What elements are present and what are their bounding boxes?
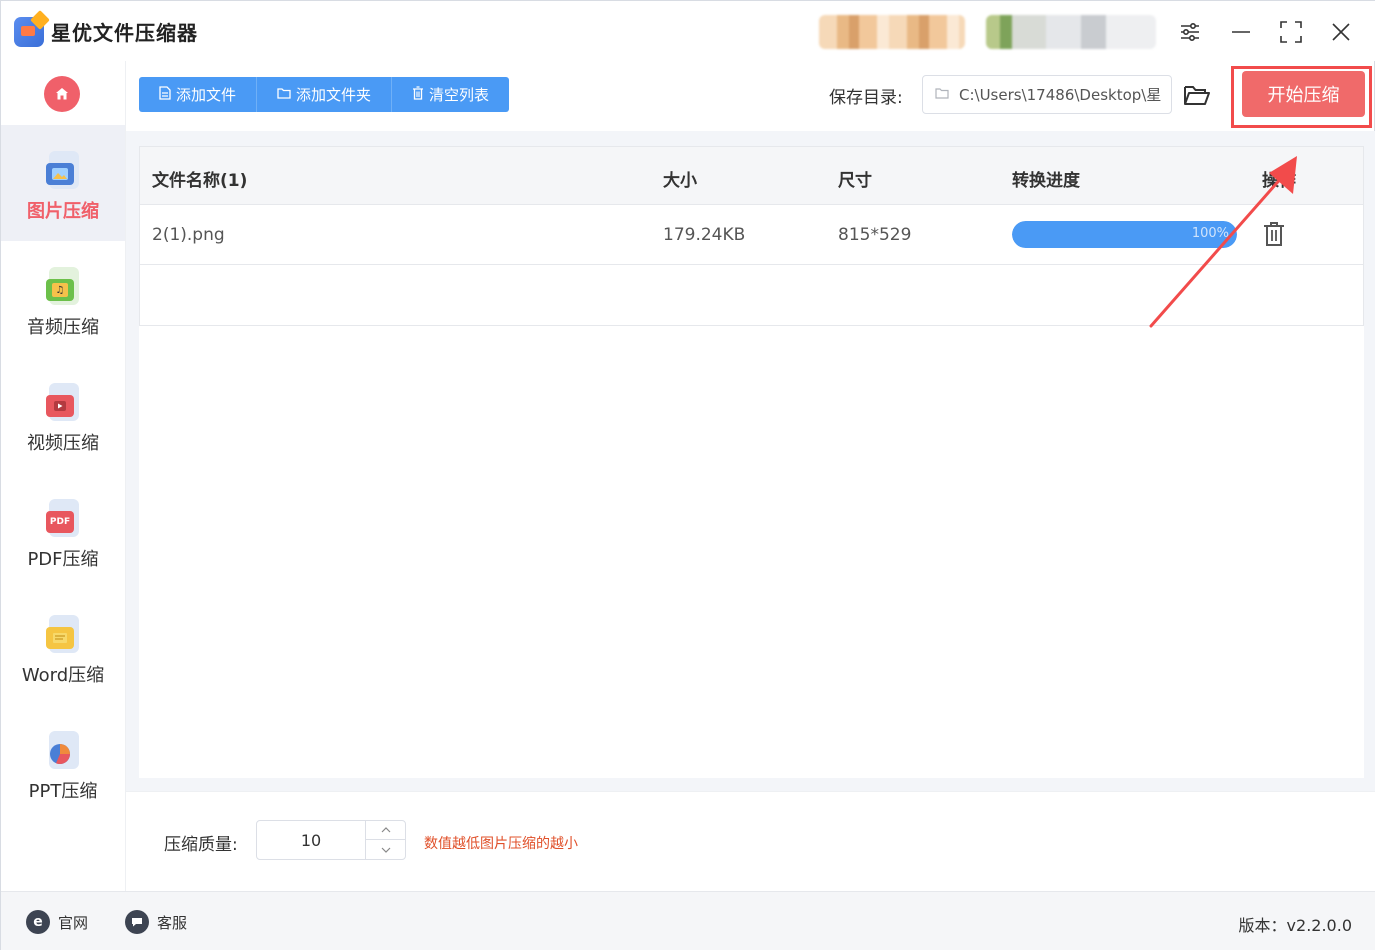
quality-label: 压缩质量:: [164, 835, 238, 855]
app-logo-icon: [14, 10, 50, 47]
delete-row-button[interactable]: [1262, 221, 1288, 249]
blurred-user-avatar: [819, 15, 965, 49]
add-file-label: 添加文件: [176, 86, 237, 104]
title-bar: 星优文件压缩器: [1, 1, 1375, 61]
website-label: 官网: [58, 913, 89, 932]
ppt-icon: [46, 731, 80, 771]
add-folder-button[interactable]: 添加文件夹: [257, 77, 393, 112]
sidebar-item-ppt[interactable]: PPT压缩: [1, 705, 125, 821]
chevron-down-icon: [381, 847, 390, 853]
table-empty-row: [139, 265, 1364, 326]
sidebar-item-label: PDF压缩: [27, 549, 99, 570]
sidebar-item-label: 音频压缩: [27, 317, 99, 338]
save-path-value: C:\Users\17486\Desktop\星: [959, 86, 1162, 104]
word-icon: [46, 615, 80, 655]
progress-text: 100%: [1191, 226, 1229, 241]
file-button-group: 添加文件 添加文件夹 清空列表: [139, 77, 510, 112]
add-folder-label: 添加文件夹: [296, 86, 372, 104]
sidebar-item-pdf[interactable]: PDF PDF压缩: [1, 473, 125, 589]
quality-stepper[interactable]: 10: [256, 820, 406, 860]
save-path-field[interactable]: C:\Users\17486\Desktop\星: [922, 75, 1172, 114]
cell-filename: 2(1).png: [152, 225, 225, 245]
app-window: 星优文件压缩器 图片压缩 ♫ 音频压缩 视频压缩 PDF PDF压缩 Word压…: [0, 0, 1375, 950]
settings-sliders-icon[interactable]: [1175, 17, 1205, 47]
header-progress: 转换进度: [1012, 171, 1080, 191]
save-dir-label: 保存目录:: [829, 88, 903, 108]
sidebar-item-image[interactable]: 图片压缩: [1, 125, 125, 241]
chevron-up-icon: [381, 827, 390, 833]
clear-list-button[interactable]: 清空列表: [392, 77, 509, 112]
pdf-icon: PDF: [46, 499, 80, 539]
website-link[interactable]: e 官网: [26, 910, 88, 934]
progress-bar: 100%: [1012, 221, 1237, 248]
quality-hint: 数值越低图片压缩的越小: [424, 836, 578, 852]
header-filename: 文件名称(1): [152, 171, 248, 191]
folder-outline-icon: [935, 87, 949, 103]
folder-icon: [277, 87, 291, 103]
clear-list-label: 清空列表: [429, 86, 490, 104]
support-label: 客服: [157, 913, 188, 932]
browser-e-icon: e: [26, 910, 50, 934]
sidebar-item-label: Word压缩: [21, 665, 105, 686]
close-icon[interactable]: [1326, 17, 1356, 47]
sidebar-item-label: 图片压缩: [27, 201, 99, 222]
sidebar-item-label: PPT压缩: [28, 781, 98, 802]
header-dimensions: 尺寸: [838, 171, 872, 191]
sidebar-item-word[interactable]: Word压缩: [1, 589, 125, 705]
footer: e 官网 客服 版本：v2.2.0.0: [1, 891, 1375, 950]
trash-icon: [412, 85, 424, 104]
file-icon: [159, 85, 171, 104]
cell-size: 179.24KB: [663, 225, 746, 245]
sidebar-item-audio[interactable]: ♫ 音频压缩: [1, 241, 125, 357]
minimize-icon[interactable]: [1226, 17, 1256, 47]
sidebar-item-video[interactable]: 视频压缩: [1, 357, 125, 473]
trash-icon: [1264, 222, 1284, 246]
sidebar: 图片压缩 ♫ 音频压缩 视频压缩 PDF PDF压缩 Word压缩 PPT压缩: [1, 61, 126, 891]
blurred-user-info: [986, 15, 1156, 49]
compression-settings: 压缩质量: 10 数值越低图片压缩的越小: [126, 791, 1375, 891]
maximize-icon[interactable]: [1276, 17, 1306, 47]
image-icon: [46, 151, 80, 191]
music-icon: ♫: [46, 267, 80, 307]
home-icon: [56, 88, 68, 100]
start-compress-button[interactable]: 开始压缩: [1242, 71, 1365, 117]
quality-value[interactable]: 10: [257, 831, 365, 850]
header-actions: 操作: [1262, 171, 1296, 191]
file-table: 文件名称(1) 大小 尺寸 转换进度 操作 2(1).png 179.24KB …: [139, 146, 1364, 778]
table-header: 文件名称(1) 大小 尺寸 转换进度 操作: [139, 146, 1364, 205]
home-button[interactable]: [44, 76, 80, 112]
header-size: 大小: [663, 171, 697, 191]
quality-increment-button[interactable]: [366, 821, 405, 840]
sidebar-item-label: 视频压缩: [27, 433, 99, 454]
open-folder-button[interactable]: [1181, 79, 1213, 111]
app-title: 星优文件压缩器: [51, 21, 198, 45]
add-file-button[interactable]: 添加文件: [139, 77, 258, 112]
chat-bubble-icon: [125, 910, 149, 934]
video-icon: [46, 383, 80, 423]
open-folder-icon: [1184, 86, 1210, 105]
table-row[interactable]: 2(1).png 179.24KB 815*529 100%: [139, 205, 1364, 265]
cell-dimensions: 815*529: [838, 225, 912, 245]
support-link[interactable]: 客服: [125, 910, 187, 934]
quality-decrement-button[interactable]: [366, 840, 405, 859]
version-label: 版本：v2.2.0.0: [1238, 916, 1352, 935]
